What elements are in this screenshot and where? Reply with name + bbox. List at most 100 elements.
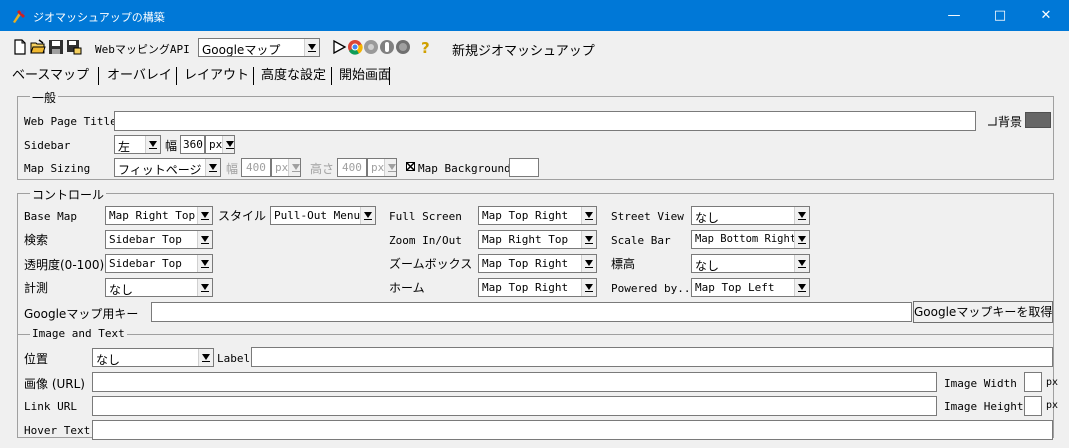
- background-checkbox[interactable]: [988, 117, 997, 126]
- save-as-icon[interactable]: [66, 39, 82, 55]
- full-screen-select[interactable]: Map Top Right: [478, 206, 597, 225]
- sidebar-label: Sidebar: [24, 139, 71, 152]
- map-height-unit-select[interactable]: px: [367, 158, 397, 177]
- base-map-select[interactable]: Map Right Top: [105, 206, 213, 225]
- street-view-select[interactable]: なし: [691, 206, 810, 225]
- map-width-input[interactable]: 400: [241, 158, 271, 177]
- map-api-select[interactable]: Googleマップ: [198, 38, 320, 57]
- image-height-input[interactable]: [1024, 396, 1042, 416]
- map-height-value: 400: [342, 161, 362, 174]
- style-select[interactable]: Pull-Out Menu: [270, 206, 376, 225]
- zoom-value: Map Right Top: [482, 233, 569, 246]
- map-width-unit-select[interactable]: px: [271, 158, 301, 177]
- tab-base-map[interactable]: ベースマップ: [8, 66, 93, 86]
- map-sizing-label: Map Sizing: [24, 162, 91, 175]
- measure-select[interactable]: なし: [105, 278, 213, 297]
- map-sizing-select[interactable]: フィットページ: [114, 158, 221, 177]
- chevron-down-icon: [198, 349, 213, 366]
- measure-value: なし: [109, 283, 134, 297]
- home-value: Map Top Right: [482, 281, 569, 294]
- image-height-unit: px: [1046, 400, 1059, 411]
- sidebar-width-input[interactable]: 360: [180, 135, 205, 154]
- general-group-title: 一般: [30, 89, 59, 106]
- chevron-down-icon: [197, 207, 212, 224]
- style-value: Pull-Out Menu: [274, 209, 361, 222]
- maximize-button[interactable]: □: [977, 0, 1023, 31]
- chevron-down-icon: [794, 207, 809, 224]
- save-icon[interactable]: [48, 39, 64, 55]
- open-folder-icon[interactable]: [30, 39, 46, 55]
- chevron-down-icon: [794, 255, 809, 272]
- tab-advanced[interactable]: 高度な設定: [257, 66, 330, 86]
- opacity-select[interactable]: Sidebar Top: [105, 254, 213, 273]
- tab-layout[interactable]: レイアウト: [180, 66, 253, 86]
- style-label: スタイル: [218, 209, 267, 223]
- map-height-input[interactable]: 400: [337, 158, 367, 177]
- image-width-input[interactable]: [1024, 372, 1042, 392]
- web-page-title-input[interactable]: [114, 111, 976, 131]
- measure-label: 計測: [24, 281, 49, 295]
- get-key-button[interactable]: Googleマップキーを取得: [913, 301, 1053, 323]
- new-file-icon[interactable]: [12, 39, 28, 55]
- map-background-checkbox[interactable]: [406, 162, 415, 171]
- chevron-down-icon: [288, 159, 300, 176]
- gmap-key-input[interactable]: [151, 302, 912, 322]
- image-height-label: Image Height: [944, 400, 1024, 413]
- minimize-button[interactable]: —: [931, 0, 977, 31]
- question-mark-icon[interactable]: ?: [418, 39, 434, 55]
- close-button[interactable]: ✕: [1023, 0, 1069, 31]
- circle-gray-icon[interactable]: [363, 39, 379, 55]
- chevron-down-icon: [384, 159, 396, 176]
- image-url-label: 画像 (URL): [24, 377, 85, 391]
- map-sizing-value: フィットページ: [118, 163, 202, 177]
- image-url-input[interactable]: [92, 372, 937, 392]
- toolbar: WebマッピングAPI Googleマップ ? 新規ジオマッシュアップ: [0, 36, 1069, 60]
- search-value: Sidebar Top: [109, 233, 182, 246]
- chevron-down-icon: [581, 231, 596, 248]
- background-label: 背景: [998, 115, 1023, 129]
- zoom-box-value: Map Top Right: [482, 257, 569, 270]
- background-color-swatch[interactable]: [1025, 112, 1051, 128]
- zoom-box-select[interactable]: Map Top Right: [478, 254, 597, 273]
- base-map-label: Base Map: [24, 210, 77, 223]
- hover-text-input[interactable]: [92, 420, 1053, 440]
- map-background-color-input[interactable]: [509, 158, 539, 177]
- zoom-select[interactable]: Map Right Top: [478, 230, 597, 249]
- chevron-down-icon: [222, 136, 234, 153]
- powered-by-select[interactable]: Map Top Left: [691, 278, 810, 297]
- chrome-icon[interactable]: [347, 39, 363, 55]
- chevron-down-icon: [794, 279, 809, 296]
- powered-by-value: Map Top Left: [695, 281, 775, 294]
- sidebar-side-select[interactable]: 左: [114, 135, 161, 154]
- full-screen-label: Full Screen: [389, 210, 462, 223]
- home-select[interactable]: Map Top Right: [478, 278, 597, 297]
- elevation-label: 標高: [611, 257, 636, 271]
- label-input[interactable]: [251, 347, 1053, 367]
- record-icon[interactable]: [395, 39, 411, 55]
- chevron-down-icon: [145, 136, 160, 153]
- chevron-down-icon: [205, 159, 220, 176]
- full-screen-value: Map Top Right: [482, 209, 569, 222]
- street-view-label: Street View: [611, 210, 684, 223]
- chevron-down-icon: [197, 279, 212, 296]
- map-height-unit-value: px: [371, 161, 385, 174]
- new-mashup-label[interactable]: 新規ジオマッシュアップ: [452, 40, 595, 59]
- base-map-value: Map Right Top: [109, 209, 196, 222]
- app-icon: [13, 10, 25, 23]
- tab-overlay[interactable]: オーバレイ: [103, 66, 176, 86]
- street-view-value: なし: [695, 211, 720, 225]
- tab-start-screen[interactable]: 開始画面: [335, 66, 395, 86]
- elevation-select[interactable]: なし: [691, 254, 810, 273]
- scale-bar-label: Scale Bar: [611, 234, 671, 247]
- scale-bar-value: Map Bottom Right: [695, 233, 797, 245]
- chevron-down-icon: [581, 279, 596, 296]
- play-icon[interactable]: [331, 39, 347, 55]
- scale-bar-select[interactable]: Map Bottom Right: [691, 230, 810, 249]
- link-url-input[interactable]: [92, 396, 937, 416]
- sidebar-unit-select[interactable]: px: [205, 135, 235, 154]
- position-value: なし: [96, 353, 121, 367]
- gmap-key-label: Googleマップ用キー: [24, 307, 139, 321]
- search-select[interactable]: Sidebar Top: [105, 230, 213, 249]
- position-select[interactable]: なし: [92, 348, 214, 367]
- toggle-icon[interactable]: [379, 39, 395, 55]
